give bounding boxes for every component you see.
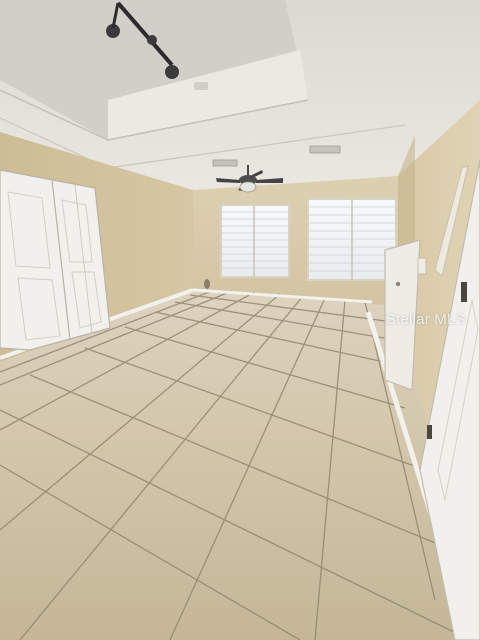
closet-bifold-doors	[0, 169, 111, 351]
air-vent-icon	[309, 145, 341, 154]
floor-outlet	[204, 279, 210, 289]
window-left	[220, 204, 290, 278]
room-photo: Stellar MLS	[0, 0, 480, 640]
window-right	[307, 198, 397, 281]
watermark-text: Stellar MLS	[386, 311, 466, 328]
air-vent-icon	[212, 159, 238, 167]
ceiling-light-fixture	[194, 82, 208, 90]
